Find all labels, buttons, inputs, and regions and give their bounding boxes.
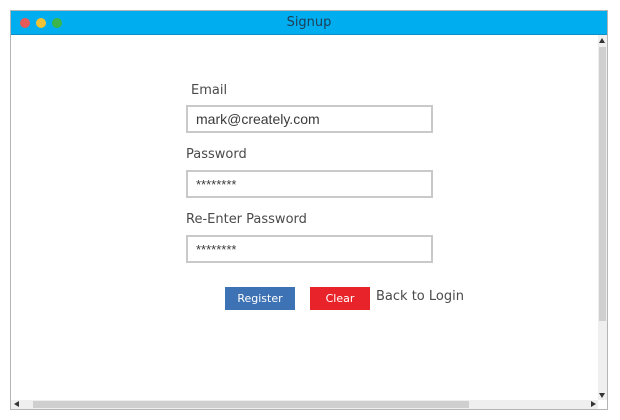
vertical-scrollbar[interactable] xyxy=(598,35,607,401)
email-field[interactable] xyxy=(186,105,433,133)
reenter-password-label: Re-Enter Password xyxy=(186,212,307,227)
horizontal-scrollbar[interactable] xyxy=(11,400,599,409)
reenter-password-field[interactable] xyxy=(186,235,433,263)
signup-window: Signup Email Password Re-Enter Password … xyxy=(10,10,608,410)
vertical-scroll-thumb[interactable] xyxy=(599,47,606,321)
clear-button[interactable]: Clear xyxy=(310,287,370,310)
scroll-up-icon[interactable] xyxy=(599,38,605,43)
scroll-left-icon[interactable] xyxy=(14,401,19,407)
horizontal-scroll-thumb[interactable] xyxy=(33,401,469,408)
password-field[interactable] xyxy=(186,170,433,198)
register-button[interactable]: Register xyxy=(225,287,295,310)
title-bar: Signup xyxy=(11,11,607,35)
scrollbar-corner xyxy=(598,400,607,409)
scroll-right-icon[interactable] xyxy=(591,401,596,407)
signup-form: Email Password Re-Enter Password Registe… xyxy=(11,35,599,399)
password-label: Password xyxy=(186,147,247,162)
back-to-login-link[interactable]: Back to Login xyxy=(376,289,464,304)
email-label: Email xyxy=(191,83,228,98)
scroll-down-icon[interactable] xyxy=(599,393,605,398)
window-title: Signup xyxy=(286,15,332,30)
